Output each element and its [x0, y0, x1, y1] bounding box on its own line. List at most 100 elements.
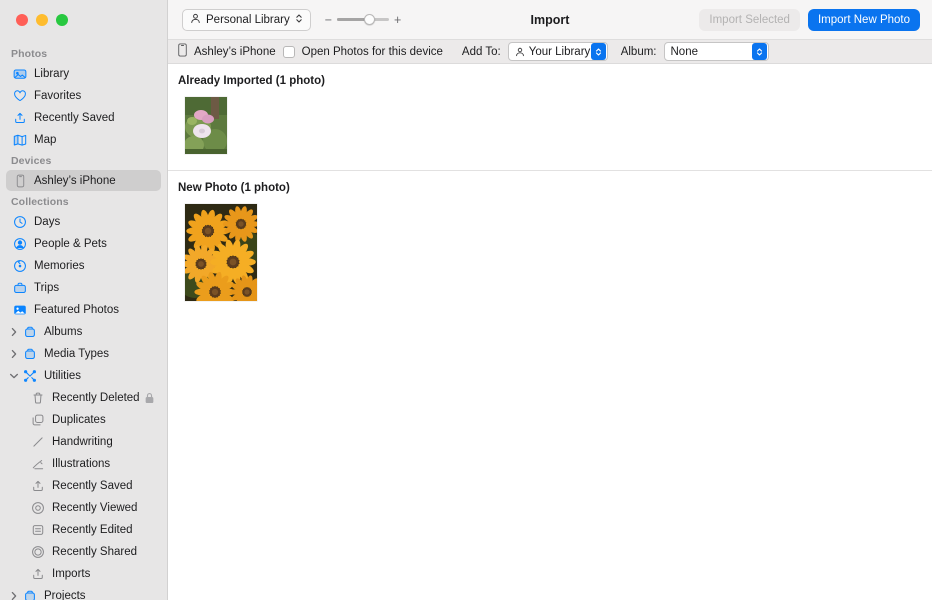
- minimize-button[interactable]: [36, 14, 48, 26]
- iphone-icon: [178, 43, 187, 60]
- photo-thumbnail[interactable]: [185, 97, 227, 154]
- toolbar-actions: Import Selected Import New Photo: [699, 8, 920, 31]
- sidebar-item-label: Imports: [52, 567, 91, 580]
- doc-lines-icon: [30, 522, 46, 538]
- sidebar-item-label: Albums: [44, 325, 83, 338]
- sidebar-item-ashley-s-iphone[interactable]: Ashley’s iPhone: [6, 170, 161, 191]
- suitcase-icon: [12, 280, 28, 296]
- sidebar-item-featured-photos[interactable]: Featured Photos: [6, 299, 161, 320]
- section-heading: Already Imported (1 photo): [178, 75, 325, 87]
- library-popup-button[interactable]: Personal Library: [182, 8, 311, 31]
- sidebar-item-library[interactable]: Library: [6, 63, 161, 84]
- import-new-photo-button[interactable]: Import New Photo: [807, 8, 920, 31]
- sidebar-scroll-area[interactable]: Photos Library Favorites Recently Saved Map D…: [0, 40, 167, 600]
- circles-icon: [30, 544, 46, 560]
- sidebar-item-label: Trips: [34, 281, 60, 294]
- duplicates-icon: [30, 412, 46, 428]
- sidebar-item-duplicates[interactable]: Duplicates: [6, 409, 161, 430]
- sidebar-item-people-pets[interactable]: People & Pets: [6, 233, 161, 254]
- sidebar-item-recently-shared[interactable]: Recently Shared: [6, 541, 161, 562]
- sidebar-item-label: Memories: [34, 259, 85, 272]
- close-button[interactable]: [16, 14, 28, 26]
- person-icon: [515, 47, 525, 57]
- illustration-icon: [30, 456, 46, 472]
- sidebar-item-label: Library: [34, 67, 70, 80]
- add-to-popup[interactable]: Your Library: [507, 42, 608, 61]
- sidebar-item-trips[interactable]: Trips: [6, 277, 161, 298]
- map-icon: [12, 132, 28, 148]
- sidebar-item-label: Ashley’s iPhone: [34, 174, 116, 187]
- sidebar-item-days[interactable]: Days: [6, 211, 161, 232]
- chevron-right-icon[interactable]: [6, 349, 22, 359]
- album-icon: [22, 324, 38, 340]
- heart-icon: [12, 88, 28, 104]
- sidebar-item-imports[interactable]: Imports: [6, 563, 161, 584]
- sidebar-item-projects[interactable]: Projects: [6, 585, 161, 600]
- sidebar-item-label: Handwriting: [52, 435, 113, 448]
- import-content: Already Imported (1 photo) New Photo (1 p…: [168, 64, 932, 600]
- sidebar-item-label: Recently Deleted: [52, 391, 140, 404]
- add-to-value: Your Library: [528, 45, 591, 58]
- sidebar-item-media-types[interactable]: Media Types: [6, 343, 161, 364]
- clock-icon: [12, 214, 28, 230]
- zoom-out-label[interactable]: −: [325, 13, 332, 27]
- album-popup[interactable]: None: [663, 42, 769, 61]
- sidebar-item-recently-edited[interactable]: Recently Edited: [6, 519, 161, 540]
- chevron-updown-icon[interactable]: [751, 43, 767, 60]
- sidebar-item-label: Recently Viewed: [52, 501, 138, 514]
- sidebar-item-albums[interactable]: Albums: [6, 321, 161, 342]
- person-circle-icon: [12, 236, 28, 252]
- sidebar-item-recently-saved[interactable]: Recently Saved: [6, 107, 161, 128]
- sidebar-item-recently-deleted[interactable]: Recently Deleted: [6, 387, 161, 408]
- sidebar-item-favorites[interactable]: Favorites: [6, 85, 161, 106]
- sidebar-item-label: People & Pets: [34, 237, 107, 250]
- sidebar-item-handwriting[interactable]: Handwriting: [6, 431, 161, 452]
- iphone-icon: [12, 173, 28, 189]
- zoom-in-label[interactable]: +: [394, 13, 401, 27]
- import-selected-button[interactable]: Import Selected: [699, 8, 800, 31]
- library-popup-label: Personal Library: [206, 13, 290, 26]
- add-to-label: Add To:: [461, 45, 501, 58]
- chevron-down-icon[interactable]: [6, 372, 22, 380]
- sidebar-item-label: Map: [34, 133, 57, 146]
- zoom-button[interactable]: [56, 14, 68, 26]
- photos-import-window: Photos Library Favorites Recently Saved Map D…: [0, 0, 932, 600]
- sidebar-group-title: Devices: [11, 155, 52, 167]
- chevron-updown-icon[interactable]: [590, 43, 606, 60]
- tray-arrow-up-icon: [30, 478, 46, 494]
- device-bar: Ashley’s iPhone Open Photos for this dev…: [168, 40, 932, 64]
- sidebar-item-map[interactable]: Map: [6, 129, 161, 150]
- album-icon: [22, 588, 38, 600]
- trash-icon: [30, 390, 46, 406]
- sidebar-item-illustrations[interactable]: Illustrations: [6, 453, 161, 474]
- memories-icon: [12, 258, 28, 274]
- album-label: Album:: [620, 45, 657, 58]
- target-icon: [30, 500, 46, 516]
- sidebar-item-label: Illustrations: [52, 457, 111, 470]
- tools-icon: [22, 368, 38, 384]
- sidebar-item-recently-viewed[interactable]: Recently Viewed: [6, 497, 161, 518]
- chevron-right-icon[interactable]: [6, 591, 22, 600]
- sidebar-item-label: Recently Edited: [52, 523, 133, 536]
- photo-icon: [12, 302, 28, 318]
- sidebar-item-recently-saved[interactable]: Recently Saved: [6, 475, 161, 496]
- zoom-slider-track[interactable]: [337, 13, 390, 25]
- sidebar-item-label: Media Types: [44, 347, 109, 360]
- sidebar-item-label: Recently Saved: [34, 111, 115, 124]
- sidebar-item-utilities[interactable]: Utilities: [6, 365, 161, 386]
- sidebar-item-memories[interactable]: Memories: [6, 255, 161, 276]
- sidebar-item-label: Recently Saved: [52, 479, 133, 492]
- pencil-line-icon: [30, 434, 46, 450]
- sidebar-item-label: Duplicates: [52, 413, 106, 426]
- sidebar-item-label: Recently Shared: [52, 545, 138, 558]
- chevron-updown-icon: [295, 13, 303, 27]
- sidebar-item-label: Featured Photos: [34, 303, 120, 316]
- zoom-slider-control[interactable]: − +: [325, 13, 402, 27]
- photo-row: [168, 194, 932, 301]
- photo-thumbnail[interactable]: [185, 204, 257, 301]
- sidebar-group-title: Photos: [11, 48, 48, 60]
- library-icon: [12, 66, 28, 82]
- open-photos-checkbox[interactable]: [282, 45, 295, 58]
- chevron-right-icon[interactable]: [6, 327, 22, 337]
- zoom-slider-knob[interactable]: [364, 13, 376, 25]
